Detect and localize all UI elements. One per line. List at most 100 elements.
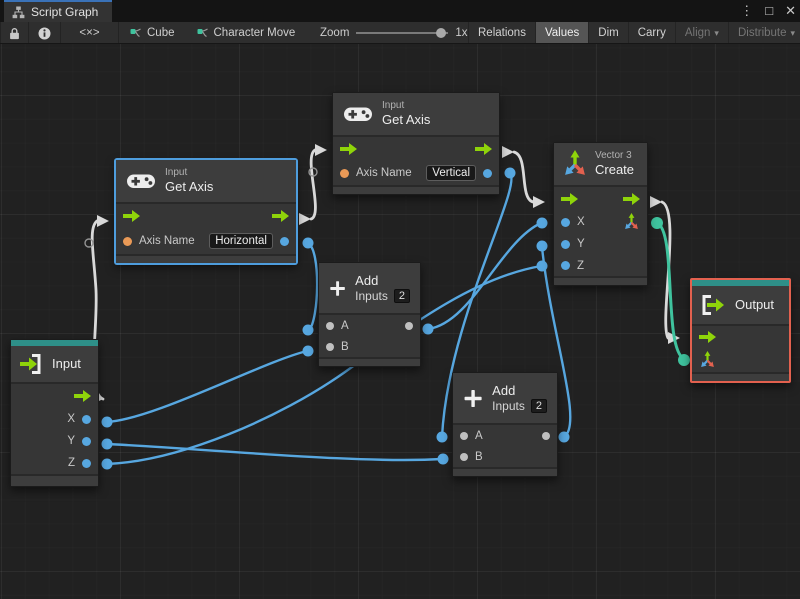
node-header[interactable]: Input Get Axis xyxy=(116,160,296,204)
node-add-1[interactable]: Add Inputs 2 A B xyxy=(318,262,421,367)
value-out-port[interactable] xyxy=(82,436,91,446)
distribute-dropdown[interactable]: Distribute ▾ xyxy=(727,22,800,43)
flow-arrowhead xyxy=(502,146,514,158)
connection-dot[interactable] xyxy=(536,260,548,272)
node-kind: Vector 3 xyxy=(595,149,632,161)
node-graph-output[interactable]: Output xyxy=(690,278,791,383)
connection-dot[interactable] xyxy=(101,438,113,450)
node-header[interactable]: Vector 3 Create xyxy=(554,143,647,187)
connection-dot[interactable] xyxy=(101,416,113,428)
node-footer xyxy=(554,276,647,285)
relations-button[interactable]: Relations xyxy=(468,22,535,43)
value-in-port[interactable] xyxy=(561,261,570,270)
value-in-port[interactable] xyxy=(326,321,334,330)
wire-getaxis-horizontal-to-add1-a[interactable] xyxy=(306,241,319,332)
inputs-count-field[interactable]: 2 xyxy=(393,289,410,304)
node-graph-input[interactable]: Input X Y Z xyxy=(10,339,99,487)
value-in-port[interactable] xyxy=(561,217,570,227)
node-header[interactable]: Add Inputs 2 xyxy=(319,263,420,315)
value-out-port[interactable] xyxy=(280,236,289,246)
flow-arrowhead xyxy=(299,213,311,225)
connection-dot[interactable] xyxy=(651,217,663,229)
info-icon xyxy=(38,27,51,39)
flow-arrowhead xyxy=(315,144,327,156)
graph-canvas[interactable]: Input Get Axis Axis Name Vertical Input … xyxy=(0,44,800,599)
value-out-port[interactable] xyxy=(542,431,550,440)
value-in-port[interactable] xyxy=(460,452,468,461)
connection-dot[interactable] xyxy=(536,217,548,229)
node-header[interactable]: Output xyxy=(692,286,789,326)
connection-dot[interactable] xyxy=(302,237,314,249)
value-out-port[interactable] xyxy=(82,414,91,424)
node-footer xyxy=(453,467,557,476)
connection-dot[interactable] xyxy=(437,453,449,465)
connection-dot[interactable] xyxy=(101,458,113,470)
value-out-port[interactable] xyxy=(483,168,492,178)
flow-out-port[interactable] xyxy=(74,390,91,402)
node-header[interactable]: Input xyxy=(11,346,98,384)
flow-out-port[interactable] xyxy=(272,210,289,222)
carry-button[interactable]: Carry xyxy=(627,22,675,43)
value-out-port[interactable] xyxy=(405,321,413,330)
string-port[interactable] xyxy=(340,168,349,178)
axis-name-field[interactable]: Horizontal xyxy=(209,233,273,249)
node-header[interactable]: Input Get Axis xyxy=(333,93,499,137)
hierarchy-icon xyxy=(12,6,25,18)
flow-in-port[interactable] xyxy=(561,193,578,205)
axis-name-field[interactable]: Vertical xyxy=(426,165,476,181)
node-get-axis-horizontal[interactable]: Input Get Axis Axis Name Horizontal xyxy=(115,159,297,264)
window-menu-button[interactable]: ⋮ xyxy=(740,0,753,22)
connection-dot[interactable] xyxy=(558,431,570,443)
connection-dot[interactable] xyxy=(302,324,314,336)
port-label: B xyxy=(341,340,349,353)
node-title: Get Axis xyxy=(165,179,214,195)
flow-in-port[interactable] xyxy=(123,210,140,222)
lock-icon xyxy=(10,27,19,39)
node-header[interactable]: Add Inputs 2 xyxy=(453,373,557,425)
connection-dot[interactable] xyxy=(436,431,448,443)
lock-button[interactable] xyxy=(1,22,29,43)
window-close-button[interactable]: ✕ xyxy=(785,0,796,22)
value-in-port[interactable] xyxy=(460,431,468,440)
flow-in-port[interactable] xyxy=(699,331,716,343)
node-vector3-create[interactable]: Vector 3 Create X Y Z xyxy=(553,142,648,286)
flow-out-port[interactable] xyxy=(623,193,640,205)
toolbar-left-group: <×> xyxy=(0,22,119,43)
vector3-in-port[interactable] xyxy=(699,351,716,369)
code-view-button[interactable]: <×> xyxy=(61,22,119,43)
align-dropdown[interactable]: Align ▾ xyxy=(674,22,728,43)
value-out-port[interactable] xyxy=(82,458,91,468)
node-add-2[interactable]: Add Inputs 2 A B xyxy=(452,372,558,477)
info-button[interactable] xyxy=(29,22,61,43)
flow-in-port[interactable] xyxy=(340,143,357,155)
connection-dot[interactable] xyxy=(302,345,314,357)
node-kind: Input xyxy=(382,99,405,111)
values-button[interactable]: Values xyxy=(534,22,589,43)
wire-add1-to-vector3-x[interactable] xyxy=(426,221,543,331)
vector3-out-port[interactable] xyxy=(623,213,640,231)
string-port[interactable] xyxy=(123,236,132,246)
node-title: Output xyxy=(735,296,775,312)
breadcrumb-cube[interactable]: Cube xyxy=(130,27,175,39)
connection-dot[interactable] xyxy=(422,323,434,335)
port-label: A xyxy=(475,429,483,442)
connection-dot[interactable] xyxy=(504,167,516,179)
value-in-port[interactable] xyxy=(326,342,334,351)
vector3-icon xyxy=(562,150,588,178)
connection-dot[interactable] xyxy=(536,240,548,252)
connection-dot[interactable] xyxy=(678,354,690,366)
zoom-slider-handle[interactable] xyxy=(436,28,447,38)
node-get-axis-vertical[interactable]: Input Get Axis Axis Name Vertical xyxy=(332,92,500,195)
zoom-slider[interactable] xyxy=(356,28,449,38)
tab-script-graph[interactable]: Script Graph xyxy=(4,0,113,22)
breadcrumb-character-move[interactable]: Character Move xyxy=(197,27,295,39)
dim-button[interactable]: Dim xyxy=(588,22,627,43)
window-maximize-button[interactable]: □ xyxy=(765,0,773,22)
wire-flow-getaxis-horizontal-to-vertical[interactable] xyxy=(309,148,317,221)
value-in-port[interactable] xyxy=(561,239,570,249)
zoom-control: Zoom 1x xyxy=(320,22,468,43)
plus-icon xyxy=(463,385,483,412)
flow-out-port[interactable] xyxy=(475,143,492,155)
wire-flow-getaxis-vertical-to-vector3[interactable] xyxy=(512,150,535,204)
inputs-count-field[interactable]: 2 xyxy=(530,399,547,414)
